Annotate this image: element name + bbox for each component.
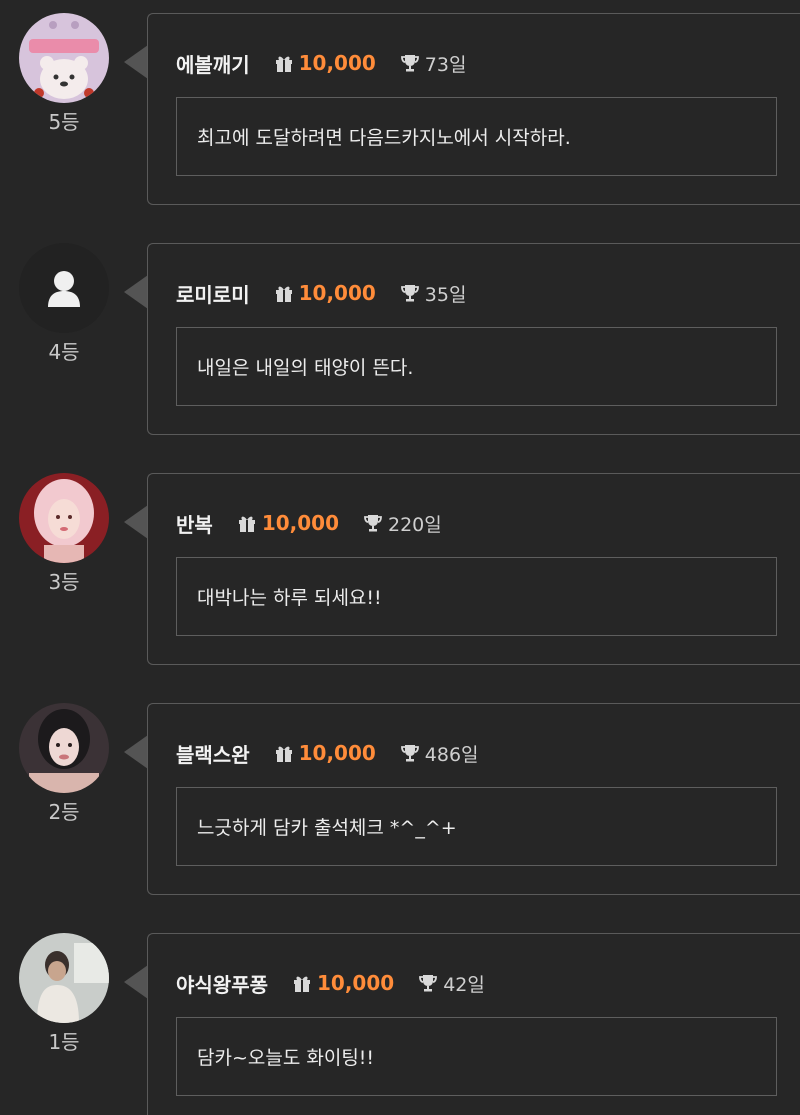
attendance-days: 42일 bbox=[443, 973, 485, 996]
card-pointer bbox=[124, 275, 148, 309]
comment-message: 최고에 도달하려면 다음드카지노에서 시작하라. bbox=[176, 97, 777, 176]
comment-message: 느긋하게 담카 출석체크 *^_^+ bbox=[176, 787, 777, 866]
points-value: 10,000 bbox=[261, 511, 339, 535]
rank-label: 5등 bbox=[48, 110, 80, 134]
card-pointer bbox=[124, 45, 148, 79]
comment-card: 로미로미 10,000 35일 내일은 내일의 태양이 뜬다. bbox=[147, 243, 800, 435]
rank-label: 2등 bbox=[48, 800, 80, 824]
attendance-ranking-feed: 5등 에볼깨기 10,000 73일 최고에 도달하려면 다음드카지노에서 시작… bbox=[0, 0, 800, 1115]
comment-message: 대박나는 하루 되세요!! bbox=[176, 557, 777, 636]
points-value: 10,000 bbox=[317, 971, 395, 995]
pink-bear-avatar-icon bbox=[19, 13, 109, 103]
points-value: 10,000 bbox=[298, 741, 376, 765]
nickname[interactable]: 블랙스완 bbox=[176, 739, 250, 768]
gift-icon bbox=[274, 283, 294, 303]
photo-avatar-icon bbox=[19, 473, 109, 563]
default-user-icon bbox=[19, 243, 109, 333]
attendance-days: 220일 bbox=[388, 513, 442, 536]
comment-meta: 로미로미 10,000 35일 bbox=[176, 278, 466, 308]
comment-card: 야식왕푸퐁 10,000 42일 담카~오늘도 화이팅!! bbox=[147, 933, 800, 1115]
comment-card: 에볼깨기 10,000 73일 최고에 도달하려면 다음드카지노에서 시작하라. bbox=[147, 13, 800, 205]
photo-avatar-icon bbox=[19, 933, 109, 1023]
ranking-entry: 1등 야식왕푸퐁 10,000 42일 담카~오늘도 화이팅!! bbox=[0, 920, 800, 1115]
comment-card: 반복 10,000 220일 대박나는 하루 되세요!! bbox=[147, 473, 800, 665]
ranking-entry: 2등 블랙스완 10,000 486일 느긋하게 담카 출석체크 *^_^+ bbox=[0, 690, 800, 920]
comment-meta: 야식왕푸퐁 10,000 42일 bbox=[176, 968, 485, 998]
nickname[interactable]: 야식왕푸퐁 bbox=[176, 969, 268, 998]
comment-message: 내일은 내일의 태양이 뜬다. bbox=[176, 327, 777, 406]
comment-card: 블랙스완 10,000 486일 느긋하게 담카 출석체크 *^_^+ bbox=[147, 703, 800, 895]
card-pointer bbox=[124, 965, 148, 999]
card-pointer bbox=[124, 505, 148, 539]
rank-label: 4등 bbox=[48, 340, 80, 364]
photo-avatar-icon bbox=[19, 703, 109, 793]
comment-meta: 에볼깨기 10,000 73일 bbox=[176, 48, 466, 78]
ranking-entry: 4등 로미로미 10,000 35일 내일은 내일의 태양이 뜬다. bbox=[0, 230, 800, 460]
gift-icon bbox=[274, 743, 294, 763]
attendance-days: 486일 bbox=[424, 743, 479, 766]
user-avatar[interactable] bbox=[19, 13, 109, 103]
comment-message: 담카~오늘도 화이팅!! bbox=[176, 1017, 777, 1096]
gift-icon bbox=[237, 513, 257, 533]
trophy-icon bbox=[400, 53, 420, 73]
trophy-icon bbox=[418, 973, 438, 993]
user-avatar[interactable] bbox=[19, 473, 109, 563]
ranking-entry: 5등 에볼깨기 10,000 73일 최고에 도달하려면 다음드카지노에서 시작… bbox=[0, 0, 800, 230]
nickname[interactable]: 반복 bbox=[176, 509, 213, 538]
gift-icon bbox=[292, 973, 312, 993]
trophy-icon bbox=[400, 743, 420, 763]
comment-meta: 블랙스완 10,000 486일 bbox=[176, 738, 479, 768]
attendance-days: 35일 bbox=[424, 283, 467, 306]
trophy-icon bbox=[400, 283, 420, 303]
points-value: 10,000 bbox=[298, 51, 376, 75]
comment-meta: 반복 10,000 220일 bbox=[176, 508, 442, 538]
user-avatar[interactable] bbox=[19, 933, 109, 1023]
rank-label: 3등 bbox=[48, 570, 80, 594]
attendance-days: 73일 bbox=[424, 53, 467, 76]
gift-icon bbox=[274, 53, 294, 73]
points-value: 10,000 bbox=[298, 281, 376, 305]
user-avatar[interactable] bbox=[19, 703, 109, 793]
nickname[interactable]: 로미로미 bbox=[176, 279, 250, 308]
rank-label: 1등 bbox=[48, 1030, 80, 1054]
ranking-entry: 3등 반복 10,000 220일 대박나는 하루 되세요!! bbox=[0, 460, 800, 690]
trophy-icon bbox=[363, 513, 383, 533]
nickname[interactable]: 에볼깨기 bbox=[176, 49, 250, 78]
card-pointer bbox=[124, 735, 148, 769]
user-avatar[interactable] bbox=[19, 243, 109, 333]
